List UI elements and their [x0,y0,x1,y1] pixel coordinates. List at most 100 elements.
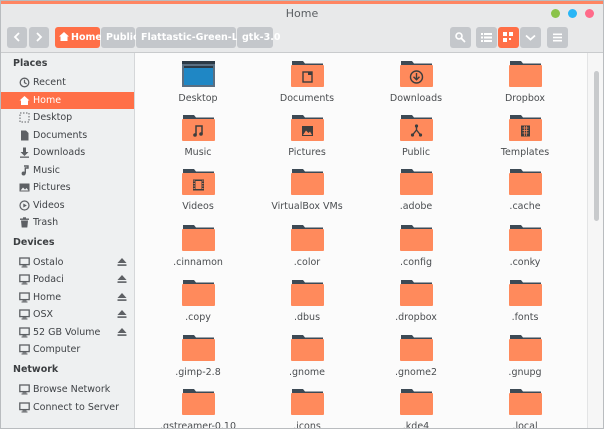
downloads-folder-icon [400,61,433,87]
file-item[interactable]: .kde4 [371,389,461,428]
sidebar-item-label: Home [33,292,62,303]
breadcrumb-public[interactable]: Public [101,27,139,48]
menu-icon [553,33,562,42]
sidebar-item-osx[interactable]: OSX [1,306,134,323]
file-item[interactable]: .local [480,389,570,428]
sidebar-item-52gb-volume[interactable]: 52 GB Volume [1,324,134,341]
file-item[interactable]: .conky [480,225,570,273]
breadcrumb-home[interactable]: Home [55,27,102,48]
scrollbar[interactable] [587,53,603,428]
folder-icon [291,280,324,306]
file-item[interactable]: .cache [480,169,570,217]
file-item[interactable]: .fonts [480,280,570,328]
breadcrumb-flattastic[interactable]: Flattastic-Green-Light [136,27,259,48]
file-item[interactable]: Downloads [371,61,461,109]
maximize-button[interactable] [568,9,577,18]
file-label: Documents [279,93,335,104]
sidebar-item-home[interactable]: Home [1,92,134,109]
view-options-button[interactable] [520,27,541,48]
eject-icon[interactable] [117,274,127,284]
file-grid: Desktop Documents Downloads Dropbox Music Pic… [135,53,587,429]
search-button[interactable] [450,27,471,48]
sidebar-item-label: Downloads [33,147,86,158]
eject-icon[interactable] [117,327,127,337]
folder-icon [182,389,215,415]
file-item[interactable]: Public [371,115,461,163]
templates-folder-icon [509,115,542,141]
drive-icon [19,309,30,320]
sidebar-item-trash[interactable]: Trash [1,214,134,231]
file-item[interactable]: .gnome [262,335,352,383]
file-item[interactable]: .gimp-2.8 [153,335,243,383]
file-item[interactable]: .gstreamer-0.10 [153,389,243,428]
eject-icon[interactable] [117,309,127,319]
file-label: Videos [182,201,214,212]
sidebar-item-label: Desktop [33,112,73,123]
list-view-icon [481,33,492,42]
file-label: .icons [293,421,321,429]
eject-icon[interactable] [117,257,127,267]
folder-icon [400,169,433,195]
sidebar-item-pictures[interactable]: Pictures [1,179,134,196]
file-label: Desktop [178,93,218,104]
file-item[interactable]: .color [262,225,352,273]
minimize-button[interactable] [551,9,560,18]
sidebar-item-browse-network[interactable]: Browse Network [1,381,134,398]
sidebar-item-ostalo[interactable]: Ostalo [1,254,134,271]
file-item[interactable]: Templates [480,115,570,163]
sidebar-item-music[interactable]: Music [1,162,134,179]
file-item[interactable]: .cinnamon [153,225,243,273]
folder-icon [182,280,215,306]
breadcrumb-gtk[interactable]: gtk-3.0 [237,27,280,48]
sidebar-item-podaci[interactable]: Podaci [1,271,134,288]
file-item[interactable]: VirtualBox VMs [262,169,352,217]
file-item[interactable]: .copy [153,280,243,328]
file-label: .gnupg [508,367,542,378]
server-icon [19,402,30,413]
breadcrumb-label: Home [71,32,102,43]
sidebar-item-downloads[interactable]: Downloads [1,144,134,161]
music-icon [21,165,29,176]
file-item[interactable]: .icons [262,389,352,429]
file-item[interactable]: .config [371,225,461,273]
file-item[interactable]: Videos [153,169,243,217]
file-item[interactable]: .dropbox [371,280,461,328]
file-item[interactable]: Pictures [262,115,352,163]
file-label: Public [401,147,431,158]
sidebar-item-home-drive[interactable]: Home [1,289,134,306]
sidebar-item-desktop[interactable]: Desktop [1,109,134,126]
sidebar-item-documents[interactable]: Documents [1,127,134,144]
folder-icon [509,225,542,251]
close-button[interactable] [585,9,594,18]
sidebar-item-recent[interactable]: Recent [1,74,134,91]
pictures-folder-icon [291,115,324,141]
file-item[interactable]: Documents [262,61,352,109]
back-button[interactable] [7,27,27,48]
chevron-left-icon [13,32,20,42]
grid-view-button[interactable] [498,27,519,48]
folder-icon [182,225,215,251]
file-item[interactable]: .gnupg [480,335,570,383]
sidebar-item-videos[interactable]: Videos [1,197,134,214]
scrollbar-thumb[interactable] [594,71,599,221]
file-item[interactable]: .gnome2 [371,335,461,383]
file-item[interactable]: Desktop [153,61,243,109]
search-icon [455,32,466,43]
drive-icon [19,327,30,338]
file-item[interactable]: .adobe [371,169,461,217]
file-item[interactable]: Dropbox [480,61,570,109]
menu-button[interactable] [547,27,568,48]
sidebar-item-computer[interactable]: Computer [1,341,134,358]
eject-icon[interactable] [117,292,127,302]
sidebar-item-connect-to-server[interactable]: Connect to Server [1,399,134,416]
folder-icon [509,335,542,361]
downloads-icon [20,147,29,158]
list-view-button[interactable] [476,27,497,48]
file-item[interactable]: .dbus [262,280,352,328]
titlebar[interactable]: Home [1,4,603,23]
network-header: Network [13,364,59,375]
file-item[interactable]: Music [153,115,243,163]
forward-button[interactable] [29,27,49,48]
sidebar-item-label: 52 GB Volume [33,327,101,338]
breadcrumb-label: Public [106,32,139,43]
